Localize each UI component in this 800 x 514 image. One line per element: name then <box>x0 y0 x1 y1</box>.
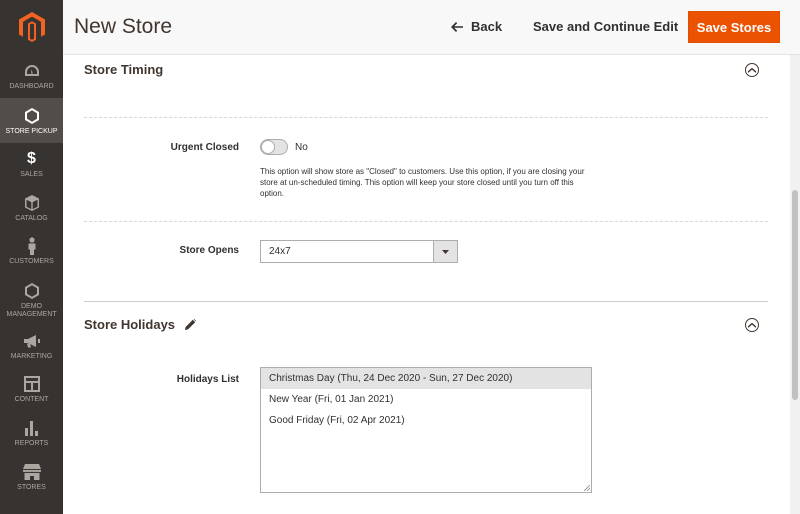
list-item[interactable]: Christmas Day (Thu, 24 Dec 2020 - Sun, 2… <box>261 368 591 389</box>
urgent-closed-note: This option will show store as "Closed" … <box>260 167 585 198</box>
sidebar-item-content[interactable]: CONTENT <box>0 375 63 411</box>
hexagon-icon <box>24 107 39 125</box>
page-scrollbar[interactable] <box>790 55 800 514</box>
sidebar-item-customers[interactable]: CUSTOMERS <box>0 237 63 273</box>
section-title-store-timing[interactable]: Store Timing <box>84 62 163 77</box>
sidebar-item-label: SALES <box>20 171 43 178</box>
back-label: Back <box>471 19 503 34</box>
urgent-closed-toggle[interactable] <box>260 139 288 155</box>
collapse-chevron-up-icon[interactable] <box>745 318 759 332</box>
store-timing-title: Store Timing <box>84 62 164 77</box>
sidebar-item-label: DEMO MANAGEMENT <box>6 303 57 318</box>
sidebar-item-demo-management[interactable]: DEMO MANAGEMENT <box>0 282 63 324</box>
person-icon <box>27 237 37 255</box>
save-and-continue-button[interactable]: Save and Continue Edit <box>533 19 678 34</box>
list-item[interactable]: New Year (Fri, 01 Jan 2021) <box>261 389 591 410</box>
scrollbar-thumb[interactable] <box>792 190 798 400</box>
holidays-list-label: Holidays List <box>176 374 239 385</box>
hexagon-icon <box>24 282 39 300</box>
megaphone-icon <box>23 332 41 350</box>
magento-logo[interactable] <box>0 0 63 54</box>
store-holidays-title: Store Holidays <box>84 317 176 332</box>
chevron-down-icon[interactable] <box>433 241 457 262</box>
dashboard-icon <box>24 62 40 80</box>
sidebar-item-store-pickup[interactable]: STORE PICKUP <box>0 98 63 143</box>
page-title: New Store <box>74 15 173 38</box>
holidays-listbox[interactable]: Christmas Day (Thu, 24 Dec 2020 - Sun, 2… <box>260 367 592 493</box>
layout-icon <box>23 375 40 393</box>
sidebar-item-label: STORES <box>17 484 46 491</box>
save-stores-button[interactable]: Save Stores <box>688 11 780 43</box>
section-divider <box>84 301 768 302</box>
store-opens-label: Store Opens <box>179 245 239 256</box>
sidebar-item-label: STORE PICKUP <box>5 128 58 135</box>
sidebar-item-marketing[interactable]: MARKETING <box>0 332 63 368</box>
sidebar-item-reports[interactable]: REPORTS <box>0 419 63 455</box>
toggle-knob <box>261 140 275 154</box>
page-header: New Store Back Save and Continue Edit Sa… <box>63 0 800 55</box>
urgent-closed-label: Urgent Closed <box>170 142 239 153</box>
divider <box>84 221 768 222</box>
store-opens-value: 24x7 <box>269 246 291 257</box>
divider <box>84 117 768 118</box>
magento-logo-icon <box>18 12 45 42</box>
sidebar-item-catalog[interactable]: CATALOG <box>0 194 63 230</box>
store-opens-select[interactable]: 24x7 <box>260 240 458 263</box>
sidebar-item-label: CONTENT <box>14 396 49 403</box>
resize-handle-icon[interactable] <box>584 485 590 491</box>
sidebar-item-label: DASHBOARD <box>9 83 54 90</box>
sidebar-item-label: CUSTOMERS <box>9 258 54 265</box>
list-item[interactable]: Good Friday (Fri, 02 Apr 2021) <box>261 410 591 431</box>
arrow-left-icon <box>451 21 463 32</box>
collapse-chevron-up-icon[interactable] <box>745 63 759 77</box>
store-icon <box>22 463 41 481</box>
bar-chart-icon <box>24 419 40 437</box>
section-title-store-holidays[interactable]: Store Holidays <box>84 317 197 332</box>
sidebar-item-label: CATALOG <box>15 215 48 222</box>
urgent-closed-value: No <box>295 142 308 153</box>
back-button[interactable]: Back <box>451 19 502 34</box>
dollar-icon: $ <box>27 150 36 167</box>
sidebar-item-label: REPORTS <box>14 440 49 447</box>
admin-sidebar: DASHBOARD STORE PICKUP $ SALES CATALOG C… <box>0 0 63 514</box>
sidebar-item-stores[interactable]: STORES <box>0 463 63 499</box>
sidebar-item-dashboard[interactable]: DASHBOARD <box>0 62 63 98</box>
sidebar-item-sales[interactable]: $ SALES <box>0 150 63 186</box>
pencil-icon[interactable] <box>185 319 197 330</box>
sidebar-item-label: MARKETING <box>10 353 53 360</box>
cube-icon <box>24 194 39 212</box>
